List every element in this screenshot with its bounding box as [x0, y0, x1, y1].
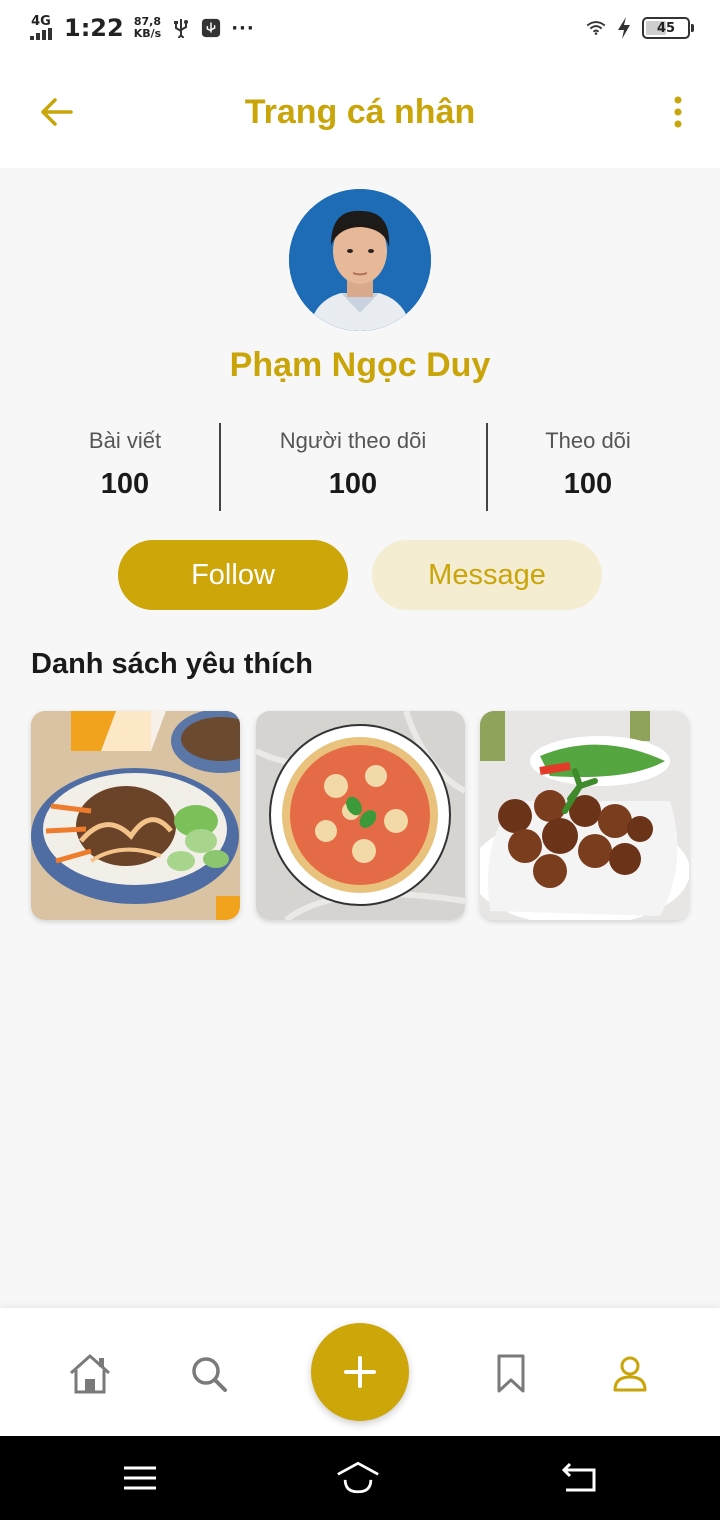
stat-followers[interactable]: Người theo dõi 100 — [243, 420, 463, 512]
profile-icon — [613, 1356, 647, 1392]
nav-saved[interactable] — [489, 1352, 533, 1396]
avatar[interactable] — [289, 189, 431, 331]
stat-value: 100 — [100, 468, 150, 500]
status-bar: 4G 1:22 87,8 KB/s ··· 45 — [0, 0, 720, 56]
network-speed: 87,8 KB/s — [133, 15, 162, 40]
battery-icon: 45 — [642, 17, 694, 39]
stat-value: 100 — [328, 468, 378, 500]
recent-apps-button[interactable] — [118, 1458, 162, 1498]
back-system-button[interactable] — [556, 1458, 600, 1498]
message-button[interactable]: Message — [372, 540, 602, 610]
stat-posts[interactable]: Bài viết 100 — [45, 420, 205, 512]
page-title: Trang cá nhân — [244, 92, 476, 131]
favorite-item-meatballs[interactable] — [480, 711, 689, 920]
stat-divider — [486, 423, 488, 511]
more-options-button[interactable] — [666, 92, 690, 132]
network-type: 4G — [31, 14, 51, 29]
more-notifications-icon: ··· — [231, 17, 255, 39]
nav-home[interactable] — [68, 1352, 112, 1396]
usb-debug-icon — [201, 18, 221, 38]
nav-profile[interactable] — [608, 1352, 652, 1396]
usb-icon — [171, 18, 191, 38]
signal-icon — [30, 28, 52, 40]
follow-button[interactable]: Follow — [118, 540, 348, 610]
wifi-icon — [586, 18, 606, 38]
bookmark-icon — [497, 1354, 525, 1393]
back-icon — [561, 1462, 596, 1492]
home-system-button[interactable] — [336, 1458, 380, 1498]
home-outline-icon — [337, 1461, 379, 1494]
stat-divider — [219, 423, 221, 511]
profile-stats: Bài viết 100 Người theo dõi 100 Theo dõi… — [0, 420, 720, 512]
stat-label: Bài viết — [88, 428, 162, 453]
home-icon — [69, 1354, 111, 1394]
favorite-item-rice-bowl[interactable] — [31, 711, 240, 920]
search-icon — [192, 1357, 227, 1392]
plus-icon — [344, 1356, 376, 1388]
bottom-navigation — [0, 1308, 720, 1436]
stat-label: Người theo dõi — [279, 428, 427, 453]
more-vertical-icon — [674, 96, 682, 128]
nav-search[interactable] — [187, 1352, 231, 1396]
add-post-button[interactable] — [311, 1323, 409, 1421]
back-button[interactable] — [36, 92, 76, 132]
stat-label: Theo dõi — [545, 428, 631, 453]
stat-value: 100 — [563, 468, 613, 500]
arrow-left-icon — [41, 98, 73, 126]
favorite-item-pizza[interactable] — [256, 711, 465, 920]
stat-following[interactable]: Theo dõi 100 — [508, 420, 668, 512]
network-indicator: 4G — [30, 14, 52, 40]
clock: 1:22 — [64, 14, 124, 42]
system-navigation-bar — [0, 1436, 720, 1520]
favorites-title: Danh sách yêu thích — [31, 648, 314, 680]
battery-level: 45 — [656, 20, 676, 36]
profile-name: Phạm Ngọc Duy — [229, 346, 491, 384]
menu-icon — [124, 1466, 156, 1490]
charging-icon — [614, 17, 634, 39]
favorites-list — [31, 711, 691, 921]
app-bar: Trang cá nhân — [0, 56, 720, 168]
